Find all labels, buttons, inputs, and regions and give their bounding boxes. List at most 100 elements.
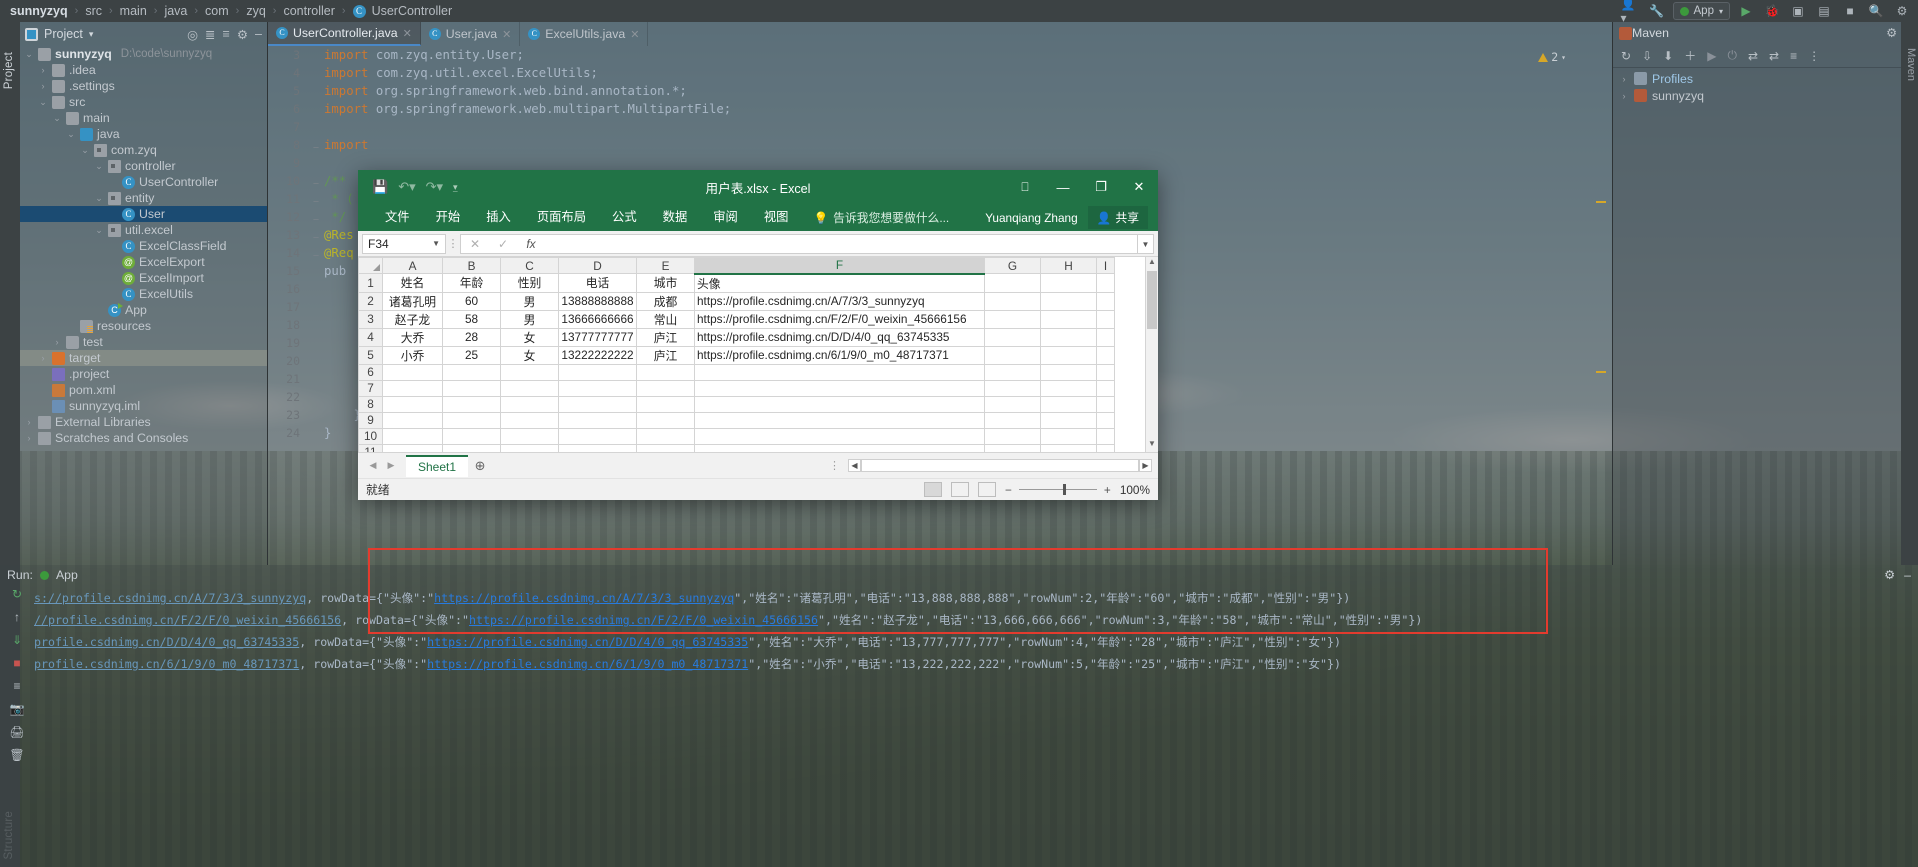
page-break-view-icon[interactable] <box>978 482 997 497</box>
disclosure-triangle-icon[interactable]: ⌄ <box>24 49 34 60</box>
cell-G1[interactable] <box>984 273 1041 293</box>
run-config-name[interactable]: App <box>56 568 78 582</box>
search-icon[interactable]: 🔍 <box>1866 2 1886 20</box>
ribbon-tab-layout[interactable]: 页面布局 <box>524 204 599 231</box>
minimize-button[interactable]: — <box>1044 170 1082 204</box>
tree-node-sunnyzyq-iml[interactable]: sunnyzyq.iml <box>20 398 267 414</box>
cell-D10[interactable] <box>558 427 637 445</box>
cell-I6[interactable] <box>1096 363 1115 381</box>
cell-F5[interactable]: https://profile.csdnimg.cn/6/1/9/0_m0_48… <box>694 345 985 365</box>
cancel-icon[interactable]: ✕ <box>461 237 489 251</box>
tree-node--settings[interactable]: › .settings <box>20 78 267 94</box>
console-line[interactable]: s://profile.csdnimg.cn/A/7/3/3_sunnyzyq,… <box>34 587 1900 609</box>
ribbon-tab-data[interactable]: 数据 <box>650 204 701 231</box>
cell-I8[interactable] <box>1096 395 1115 413</box>
cell-H1[interactable] <box>1040 273 1097 293</box>
column-header-i[interactable]: I <box>1096 257 1115 274</box>
cell-F7[interactable] <box>694 379 985 397</box>
tree-node-excelexport[interactable]: @ ExcelExport <box>20 254 267 270</box>
cell-G11[interactable] <box>984 443 1041 452</box>
cell-B11[interactable] <box>442 443 501 452</box>
breadcrumb-item-com[interactable]: com <box>203 4 231 18</box>
row-header-4[interactable]: 4 <box>358 327 383 347</box>
cell-G7[interactable] <box>984 379 1041 397</box>
disclosure-triangle-icon[interactable]: › <box>1619 74 1629 84</box>
cell-G5[interactable] <box>984 345 1041 365</box>
cell-H5[interactable] <box>1040 345 1097 365</box>
sheet-body[interactable]: 1 姓名 年龄 性别 电话 城市 头像 2 诸葛孔明 60 男 13888888888 成都 https:… <box>358 273 1115 452</box>
tell-me-search[interactable]: 💡 告诉我您想要做什么... <box>801 209 949 226</box>
cell-D9[interactable] <box>558 411 637 429</box>
cell-F6[interactable] <box>694 363 985 381</box>
ribbon-tab-view[interactable]: 视图 <box>751 204 802 231</box>
tree-node-scratches-and-consoles[interactable]: › Scratches and Consoles <box>20 430 267 446</box>
cell-C2[interactable]: 男 <box>500 291 559 311</box>
enter-icon[interactable]: ✓ <box>489 237 517 251</box>
gear-icon[interactable]: ⚙ <box>1884 568 1895 582</box>
cell-E8[interactable] <box>636 395 695 413</box>
wrap-icon[interactable]: ≡ <box>13 679 20 693</box>
cell-D3[interactable]: 13666666666 <box>558 309 637 329</box>
maven-project-list[interactable]: › Profiles › sunnyzyq <box>1613 70 1918 565</box>
cell-F9[interactable] <box>694 411 985 429</box>
cell-F11[interactable] <box>694 443 985 452</box>
column-header-d[interactable]: D <box>558 257 637 274</box>
gear-icon[interactable]: ⚙ <box>237 27 248 42</box>
cell-I4[interactable] <box>1096 327 1115 347</box>
cell-H3[interactable] <box>1040 309 1097 329</box>
disclosure-triangle-icon[interactable]: ⌄ <box>80 145 90 156</box>
cell-C8[interactable] <box>500 395 559 413</box>
cell-F8[interactable] <box>694 395 985 413</box>
more-icon[interactable]: ⋮ <box>1808 49 1820 63</box>
cell-D4[interactable]: 13777777777 <box>558 327 637 347</box>
console-link-prefix[interactable]: profile.csdnimg.cn/D/D/4/0_qq_63745335 <box>34 635 299 649</box>
disclosure-triangle-icon[interactable]: ⌄ <box>66 129 76 140</box>
page-layout-view-icon[interactable] <box>951 482 970 497</box>
disclosure-triangle-icon[interactable]: › <box>24 433 34 443</box>
cell-H2[interactable] <box>1040 291 1097 311</box>
column-header-e[interactable]: E <box>636 257 695 274</box>
profile-icon[interactable]: ▤ <box>1814 2 1834 20</box>
collapse-all-icon[interactable]: ≡ <box>1790 49 1797 63</box>
cell-B9[interactable] <box>442 411 501 429</box>
tree-node-src[interactable]: ⌄ src <box>20 94 267 110</box>
column-header-g[interactable]: G <box>984 257 1041 274</box>
ribbon-tab-file[interactable]: 文件 <box>372 204 423 231</box>
stop-icon[interactable]: ■ <box>13 656 20 670</box>
close-icon[interactable]: ✕ <box>403 27 412 40</box>
disclosure-triangle-icon[interactable]: › <box>1619 91 1629 101</box>
ribbon-tab-formula[interactable]: 公式 <box>599 204 650 231</box>
editor-tab-user[interactable]: C User.java ✕ <box>421 22 521 46</box>
expand-formula-bar-icon[interactable]: ▼ <box>1138 233 1154 254</box>
console-output[interactable]: s://profile.csdnimg.cn/A/7/3/3_sunnyzyq,… <box>34 587 1900 863</box>
sheet-row[interactable]: 3 赵子龙 58 男 13666666666 常山 https://profile.csdn… <box>358 309 1115 329</box>
console-url-link[interactable]: https://profile.csdnimg.cn/D/D/4/0_qq_63… <box>427 635 748 649</box>
cell-G10[interactable] <box>984 427 1041 445</box>
cell-H10[interactable] <box>1040 427 1097 445</box>
cell-B6[interactable] <box>442 363 501 381</box>
user-name[interactable]: Yuanqiang Zhang <box>985 211 1078 225</box>
scroll-down-icon[interactable]: ⇓ <box>12 633 22 647</box>
stop-icon[interactable]: ■ <box>1840 2 1860 20</box>
maven-item-profiles[interactable]: › Profiles <box>1613 70 1918 87</box>
tool-window-button-maven[interactable]: Maven <box>1905 48 1917 81</box>
cell-A4[interactable]: 大乔 <box>382 327 443 347</box>
sheet-row[interactable]: 9 <box>358 411 1115 429</box>
console-line[interactable]: //profile.csdnimg.cn/F/2/F/0_weixin_4566… <box>34 609 1900 631</box>
cell-G3[interactable] <box>984 309 1041 329</box>
tree-node-excelutils[interactable]: C ExcelUtils <box>20 286 267 302</box>
cell-E3[interactable]: 常山 <box>636 309 695 329</box>
cell-A9[interactable] <box>382 411 443 429</box>
cell-B10[interactable] <box>442 427 501 445</box>
scroll-left-arrow-icon[interactable]: ◀ <box>848 459 861 472</box>
sheet-row[interactable]: 4 大乔 28 女 13777777777 庐江 https://profile.csdni… <box>358 327 1115 347</box>
cell-A2[interactable]: 诸葛孔明 <box>382 291 443 311</box>
cell-B3[interactable]: 58 <box>442 309 501 329</box>
cell-B2[interactable]: 60 <box>442 291 501 311</box>
row-header-1[interactable]: 1 <box>358 273 383 293</box>
horizontal-scrollbar[interactable] <box>861 459 1139 472</box>
reimport-icon[interactable]: ↻ <box>1621 49 1631 63</box>
tree-node-resources[interactable]: resources <box>20 318 267 334</box>
person-icon[interactable]: 👤▾ <box>1621 0 1641 25</box>
row-header-11[interactable]: 11 <box>358 443 383 452</box>
